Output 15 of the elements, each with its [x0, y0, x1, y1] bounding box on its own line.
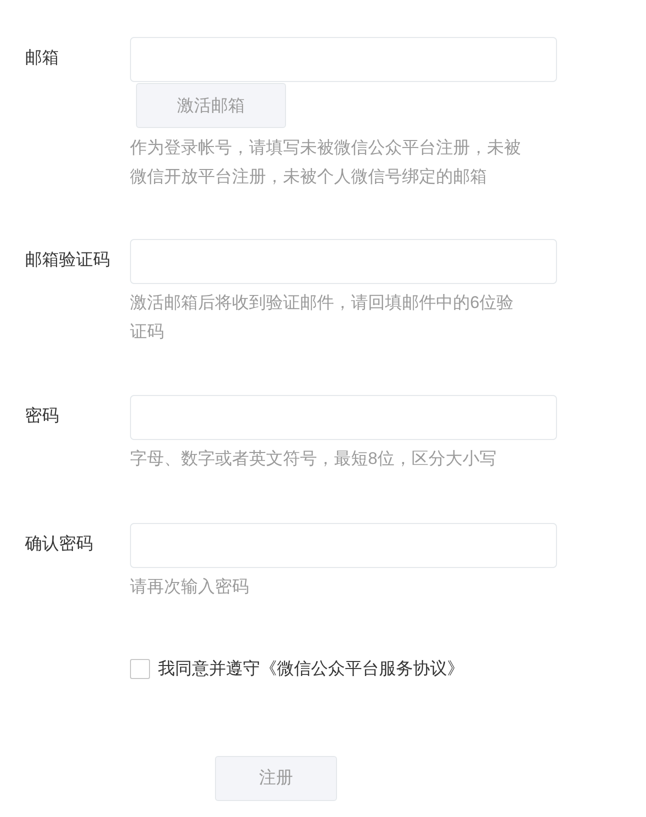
field-label: 确认密码: [25, 533, 94, 555]
hint-text: 作为登录帐号，请填写未被微信公众平台注册，未被微信开放平台注册，未被个人微信号绑定的邮箱: [130, 137, 522, 188]
hint-text: 请再次输入密码: [130, 576, 250, 598]
hint-text: 字母、数字或者英文符号，最短8位，区分大小写: [130, 448, 498, 470]
checkbox[interactable]: [130, 658, 150, 679]
input-field[interactable]: [130, 239, 557, 284]
field-label: 邮箱验证码: [25, 249, 111, 271]
agreement-link[interactable]: 《微信公众平台服务协议》: [260, 656, 464, 682]
field-label: 密码: [25, 405, 60, 427]
input-field[interactable]: [130, 395, 557, 440]
hint-text: 激活邮箱后将收到验证邮件，请回填邮件中的6位验证码: [130, 292, 514, 343]
input-field[interactable]: [130, 37, 557, 82]
input-field[interactable]: [130, 523, 557, 568]
field-label: 邮箱: [25, 47, 60, 69]
agreement-text: 我同意并遵守: [158, 658, 260, 680]
